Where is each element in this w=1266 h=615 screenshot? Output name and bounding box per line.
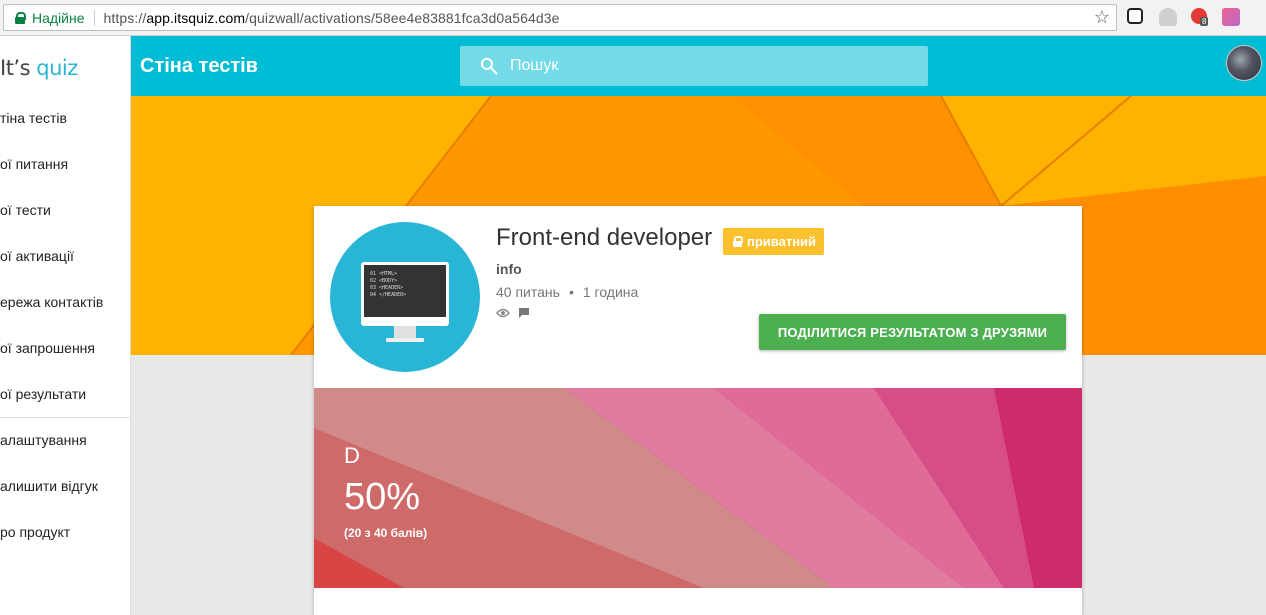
code-line-2: 02 <BODY>	[370, 278, 397, 284]
quiz-image: 01 <HTML> 02 <BODY> 03 <HEADER> 04 </HEA…	[330, 222, 480, 372]
sidebar-item-my-activations[interactable]: ої активації	[0, 248, 74, 264]
bookmark-star-icon[interactable]: ☆	[1094, 7, 1110, 28]
sidebar-item-my-results[interactable]: ої результати	[0, 386, 86, 402]
search-box[interactable]	[460, 46, 928, 86]
sidebar-item-quiz-wall[interactable]: тіна тестів	[0, 110, 67, 126]
url-divider	[93, 9, 95, 26]
search-icon	[480, 57, 498, 75]
sidebar-item-feedback[interactable]: алишити відгук	[0, 478, 98, 494]
private-badge: приватний	[723, 228, 825, 255]
sidebar-item-my-tests[interactable]: ої тести	[0, 202, 51, 218]
app-logo[interactable]: It’s quiz	[0, 56, 78, 80]
result-points: (20 з 40 балів)	[344, 526, 428, 540]
sidebar-item-about[interactable]: ро продукт	[0, 524, 70, 540]
extension-badge: 8	[1200, 17, 1209, 26]
vk-extension-icon[interactable]	[1127, 8, 1143, 24]
result-background	[314, 388, 1082, 588]
quiz-stats	[496, 307, 530, 319]
share-result-button[interactable]: ПОДІЛИТИСЯ РЕЗУЛЬТАТОМ З ДРУЗЯМИ	[759, 314, 1066, 350]
eye-icon	[496, 308, 510, 318]
search-input[interactable]	[510, 46, 910, 86]
sidebar-item-invitations[interactable]: ої запрошення	[0, 340, 95, 356]
url-text[interactable]: https://app.itsquiz.com/quizwall/activat…	[104, 10, 560, 26]
sidebar-item-contacts[interactable]: ережа контактів	[0, 294, 103, 310]
result-panel: D 50% (20 з 40 балів)	[314, 388, 1082, 588]
avatar[interactable]	[1226, 45, 1262, 81]
result-percent: 50%	[344, 476, 421, 518]
sidebar-item-my-questions[interactable]: ої питання	[0, 156, 68, 172]
quiz-category: info	[496, 261, 522, 277]
quiz-title: Front-end developer	[496, 224, 713, 251]
questions-count: 40 питань	[496, 284, 560, 300]
code-line-4: 04 </HEADER>	[370, 292, 406, 298]
quiz-meta: 40 питань • 1 година	[496, 284, 638, 300]
sidebar: It’s quiz тіна тестів ої питання ої тест…	[0, 36, 131, 615]
ghost-extension-icon[interactable]	[1159, 8, 1177, 26]
badge-label: приватний	[747, 234, 817, 249]
secure-label: Надійне	[32, 9, 85, 26]
app-bar: Стіна тестів	[131, 36, 1266, 96]
address-bar[interactable]: Надійне https://app.itsquiz.com/quizwall…	[3, 4, 1117, 31]
opera-extension-icon[interactable]: 8	[1191, 8, 1209, 26]
badge-lock-icon	[733, 236, 743, 247]
quiz-card: 01 <HTML> 02 <BODY> 03 <HEADER> 04 </HEA…	[314, 206, 1082, 615]
sidebar-item-settings[interactable]: алаштування	[0, 432, 87, 448]
lock-icon	[15, 11, 26, 24]
result-grade: D	[344, 443, 360, 468]
color-extension-icon[interactable]	[1222, 8, 1240, 26]
monitor-icon: 01 <HTML> 02 <BODY> 03 <HEADER> 04 </HEA…	[361, 262, 449, 342]
comment-icon	[519, 308, 529, 318]
meta-separator: •	[568, 284, 574, 300]
quiz-duration: 1 година	[582, 284, 639, 300]
code-line-3: 03 <HEADER>	[370, 285, 403, 291]
browser-chrome: Надійне https://app.itsquiz.com/quizwall…	[0, 0, 1266, 36]
sidebar-divider	[0, 417, 131, 418]
page-title: Стіна тестів	[140, 55, 258, 77]
code-line-1: 01 <HTML>	[370, 271, 397, 277]
